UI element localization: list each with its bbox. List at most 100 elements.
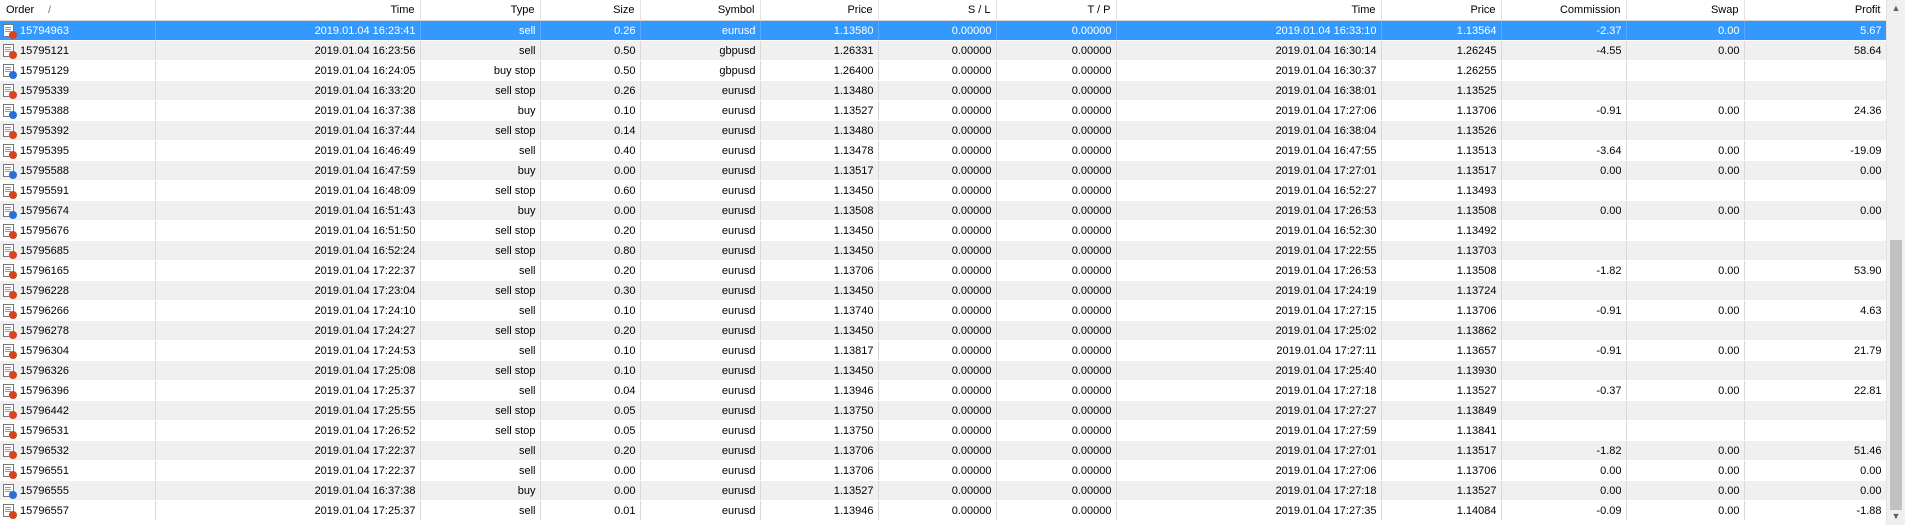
close-price-cell: 1.13527 xyxy=(1381,380,1502,401)
table-row[interactable]: 15796442 2019.01.04 17:25:55 sell stop 0.05… xyxy=(0,400,1886,421)
order-cell[interactable]: 15795674 xyxy=(0,200,156,221)
order-cell[interactable]: 15795129 xyxy=(0,60,156,81)
column-header-commission[interactable]: Commission xyxy=(1501,0,1627,21)
order-cell[interactable]: 15796442 xyxy=(0,400,156,421)
table-row[interactable]: 15796266 2019.01.04 17:24:10 sell 0.10 eurus… xyxy=(0,300,1886,321)
column-header-size[interactable]: Size xyxy=(540,0,641,21)
table-row[interactable]: 15795339 2019.01.04 16:33:20 sell stop 0.26… xyxy=(0,80,1886,101)
open-price-cell: 1.13480 xyxy=(760,80,879,101)
stop-loss-cell: 0.00000 xyxy=(878,240,997,261)
table-row[interactable]: 15795591 2019.01.04 16:48:09 sell stop 0.60… xyxy=(0,180,1886,201)
column-header-type[interactable]: Type xyxy=(420,0,541,21)
type-cell: sell xyxy=(420,260,541,281)
order-cell[interactable]: 15795676 xyxy=(0,220,156,241)
table-row[interactable]: 15795121 2019.01.04 16:23:56 sell 0.50 gbpus… xyxy=(0,40,1886,61)
take-profit-cell: 0.00000 xyxy=(996,180,1117,201)
take-profit-cell: 0.00000 xyxy=(996,460,1117,481)
table-row[interactable]: 15795388 2019.01.04 16:37:38 buy 0.10 eurusd… xyxy=(0,100,1886,121)
open-price-cell: 1.13706 xyxy=(760,460,879,481)
table-row[interactable]: 15795676 2019.01.04 16:51:50 sell stop 0.20… xyxy=(0,220,1886,241)
type-cell: sell xyxy=(420,40,541,61)
table-row[interactable]: 15796531 2019.01.04 17:26:52 sell stop 0.05… xyxy=(0,420,1886,441)
close-price-cell: 1.13526 xyxy=(1381,120,1502,141)
order-cell[interactable]: 15795588 xyxy=(0,160,156,181)
order-cell[interactable]: 15795591 xyxy=(0,180,156,201)
order-cell[interactable]: 15795121 xyxy=(0,40,156,61)
table-row[interactable]: 15796557 2019.01.04 17:25:37 sell 0.01 eurus… xyxy=(0,500,1886,521)
scrollbar-thumb[interactable] xyxy=(1890,240,1902,510)
order-cell[interactable]: 15796531 xyxy=(0,420,156,441)
table-row[interactable]: 15796228 2019.01.04 17:23:04 sell stop 0.30… xyxy=(0,280,1886,301)
order-cell[interactable]: 15795388 xyxy=(0,100,156,121)
order-cell[interactable]: 15796557 xyxy=(0,500,156,521)
column-header-symbol[interactable]: Symbol xyxy=(640,0,761,21)
close-time-cell: 2019.01.04 17:27:01 xyxy=(1116,440,1382,461)
vertical-scrollbar[interactable]: ▲ ▼ xyxy=(1886,0,1905,525)
order-cell[interactable]: 15796304 xyxy=(0,340,156,361)
column-header-open-time[interactable]: Time xyxy=(155,0,421,21)
order-cell[interactable]: 15796326 xyxy=(0,360,156,381)
table-row[interactable]: 15794963 2019.01.04 16:23:41 sell 0.26 eurus… xyxy=(0,20,1886,41)
size-cell: 0.20 xyxy=(540,320,641,341)
order-cell[interactable]: 15795395 xyxy=(0,140,156,161)
table-row[interactable]: 15795685 2019.01.04 16:52:24 sell stop 0.80… xyxy=(0,240,1886,261)
column-header-open-price[interactable]: Price xyxy=(760,0,879,21)
order-cell[interactable]: 15796266 xyxy=(0,300,156,321)
sell-order-icon xyxy=(3,244,17,259)
scroll-up-arrow-icon[interactable]: ▲ xyxy=(1887,0,1905,17)
commission-cell xyxy=(1501,320,1627,341)
order-cell[interactable]: 15796278 xyxy=(0,320,156,341)
type-cell: sell stop xyxy=(420,360,541,381)
table-row[interactable]: 15796555 2019.01.04 16:37:38 buy 0.00 eurusd… xyxy=(0,480,1886,501)
table-row[interactable]: 15796551 2019.01.04 17:22:37 sell 0.00 eurus… xyxy=(0,460,1886,481)
table-row[interactable]: 15796165 2019.01.04 17:22:37 sell 0.20 eurus… xyxy=(0,260,1886,281)
column-header-stop-loss[interactable]: S / L xyxy=(878,0,997,21)
column-header-swap[interactable]: Swap xyxy=(1626,0,1745,21)
table-row[interactable]: 15795674 2019.01.04 16:51:43 buy 0.00 eurusd… xyxy=(0,200,1886,221)
type-cell: buy xyxy=(420,160,541,181)
column-header-close-price[interactable]: Price xyxy=(1381,0,1502,21)
column-header-profit[interactable]: Profit xyxy=(1744,0,1886,21)
order-cell[interactable]: 15796165 xyxy=(0,260,156,281)
symbol-cell: eurusd xyxy=(640,260,761,281)
order-cell[interactable]: 15794963 xyxy=(0,20,156,41)
open-price-cell: 1.13517 xyxy=(760,160,879,181)
scroll-down-arrow-icon[interactable]: ▼ xyxy=(1887,508,1905,525)
table-row[interactable]: 15795392 2019.01.04 16:37:44 sell stop 0.14… xyxy=(0,120,1886,141)
table-row[interactable]: 15796532 2019.01.04 17:22:37 sell 0.20 eurus… xyxy=(0,440,1886,461)
column-header-order[interactable]: Order / xyxy=(0,0,156,21)
table-row[interactable]: 15795129 2019.01.04 16:24:05 buy stop 0.50 g… xyxy=(0,60,1886,81)
table-row[interactable]: 15796304 2019.01.04 17:24:53 sell 0.10 eurus… xyxy=(0,340,1886,361)
order-cell[interactable]: 15795392 xyxy=(0,120,156,141)
take-profit-cell: 0.00000 xyxy=(996,340,1117,361)
stop-loss-cell: 0.00000 xyxy=(878,460,997,481)
table-row[interactable]: 15796326 2019.01.04 17:25:08 sell stop 0.10… xyxy=(0,360,1886,381)
order-cell[interactable]: 15796555 xyxy=(0,480,156,501)
table-row[interactable]: 15796396 2019.01.04 17:25:37 sell 0.04 eurus… xyxy=(0,380,1886,401)
buy-order-icon xyxy=(3,164,17,179)
table-row[interactable]: 15795588 2019.01.04 16:47:59 buy 0.00 eurusd… xyxy=(0,160,1886,181)
order-cell[interactable]: 15796396 xyxy=(0,380,156,401)
swap-cell: 0.00 xyxy=(1626,40,1745,61)
type-cell: sell xyxy=(420,380,541,401)
close-price-cell: 1.13493 xyxy=(1381,180,1502,201)
type-cell: sell stop xyxy=(420,320,541,341)
commission-cell: -1.82 xyxy=(1501,440,1627,461)
symbol-cell: eurusd xyxy=(640,280,761,301)
profit-cell xyxy=(1744,400,1886,421)
swap-cell xyxy=(1626,240,1745,261)
table-row[interactable]: 15795395 2019.01.04 16:46:49 sell 0.40 eurus… xyxy=(0,140,1886,161)
order-cell[interactable]: 15796532 xyxy=(0,440,156,461)
column-header-take-profit[interactable]: T / P xyxy=(996,0,1117,21)
profit-cell xyxy=(1744,420,1886,441)
order-cell[interactable]: 15796228 xyxy=(0,280,156,301)
column-header-close-time[interactable]: Time xyxy=(1116,0,1382,21)
close-price-cell: 1.13862 xyxy=(1381,320,1502,341)
table-row[interactable]: 15796278 2019.01.04 17:24:27 sell stop 0.20… xyxy=(0,320,1886,341)
take-profit-cell: 0.00000 xyxy=(996,20,1117,41)
stop-loss-cell: 0.00000 xyxy=(878,440,997,461)
order-cell[interactable]: 15795685 xyxy=(0,240,156,261)
open-time-cell: 2019.01.04 17:25:08 xyxy=(155,360,421,381)
order-cell[interactable]: 15796551 xyxy=(0,460,156,481)
order-cell[interactable]: 15795339 xyxy=(0,80,156,101)
